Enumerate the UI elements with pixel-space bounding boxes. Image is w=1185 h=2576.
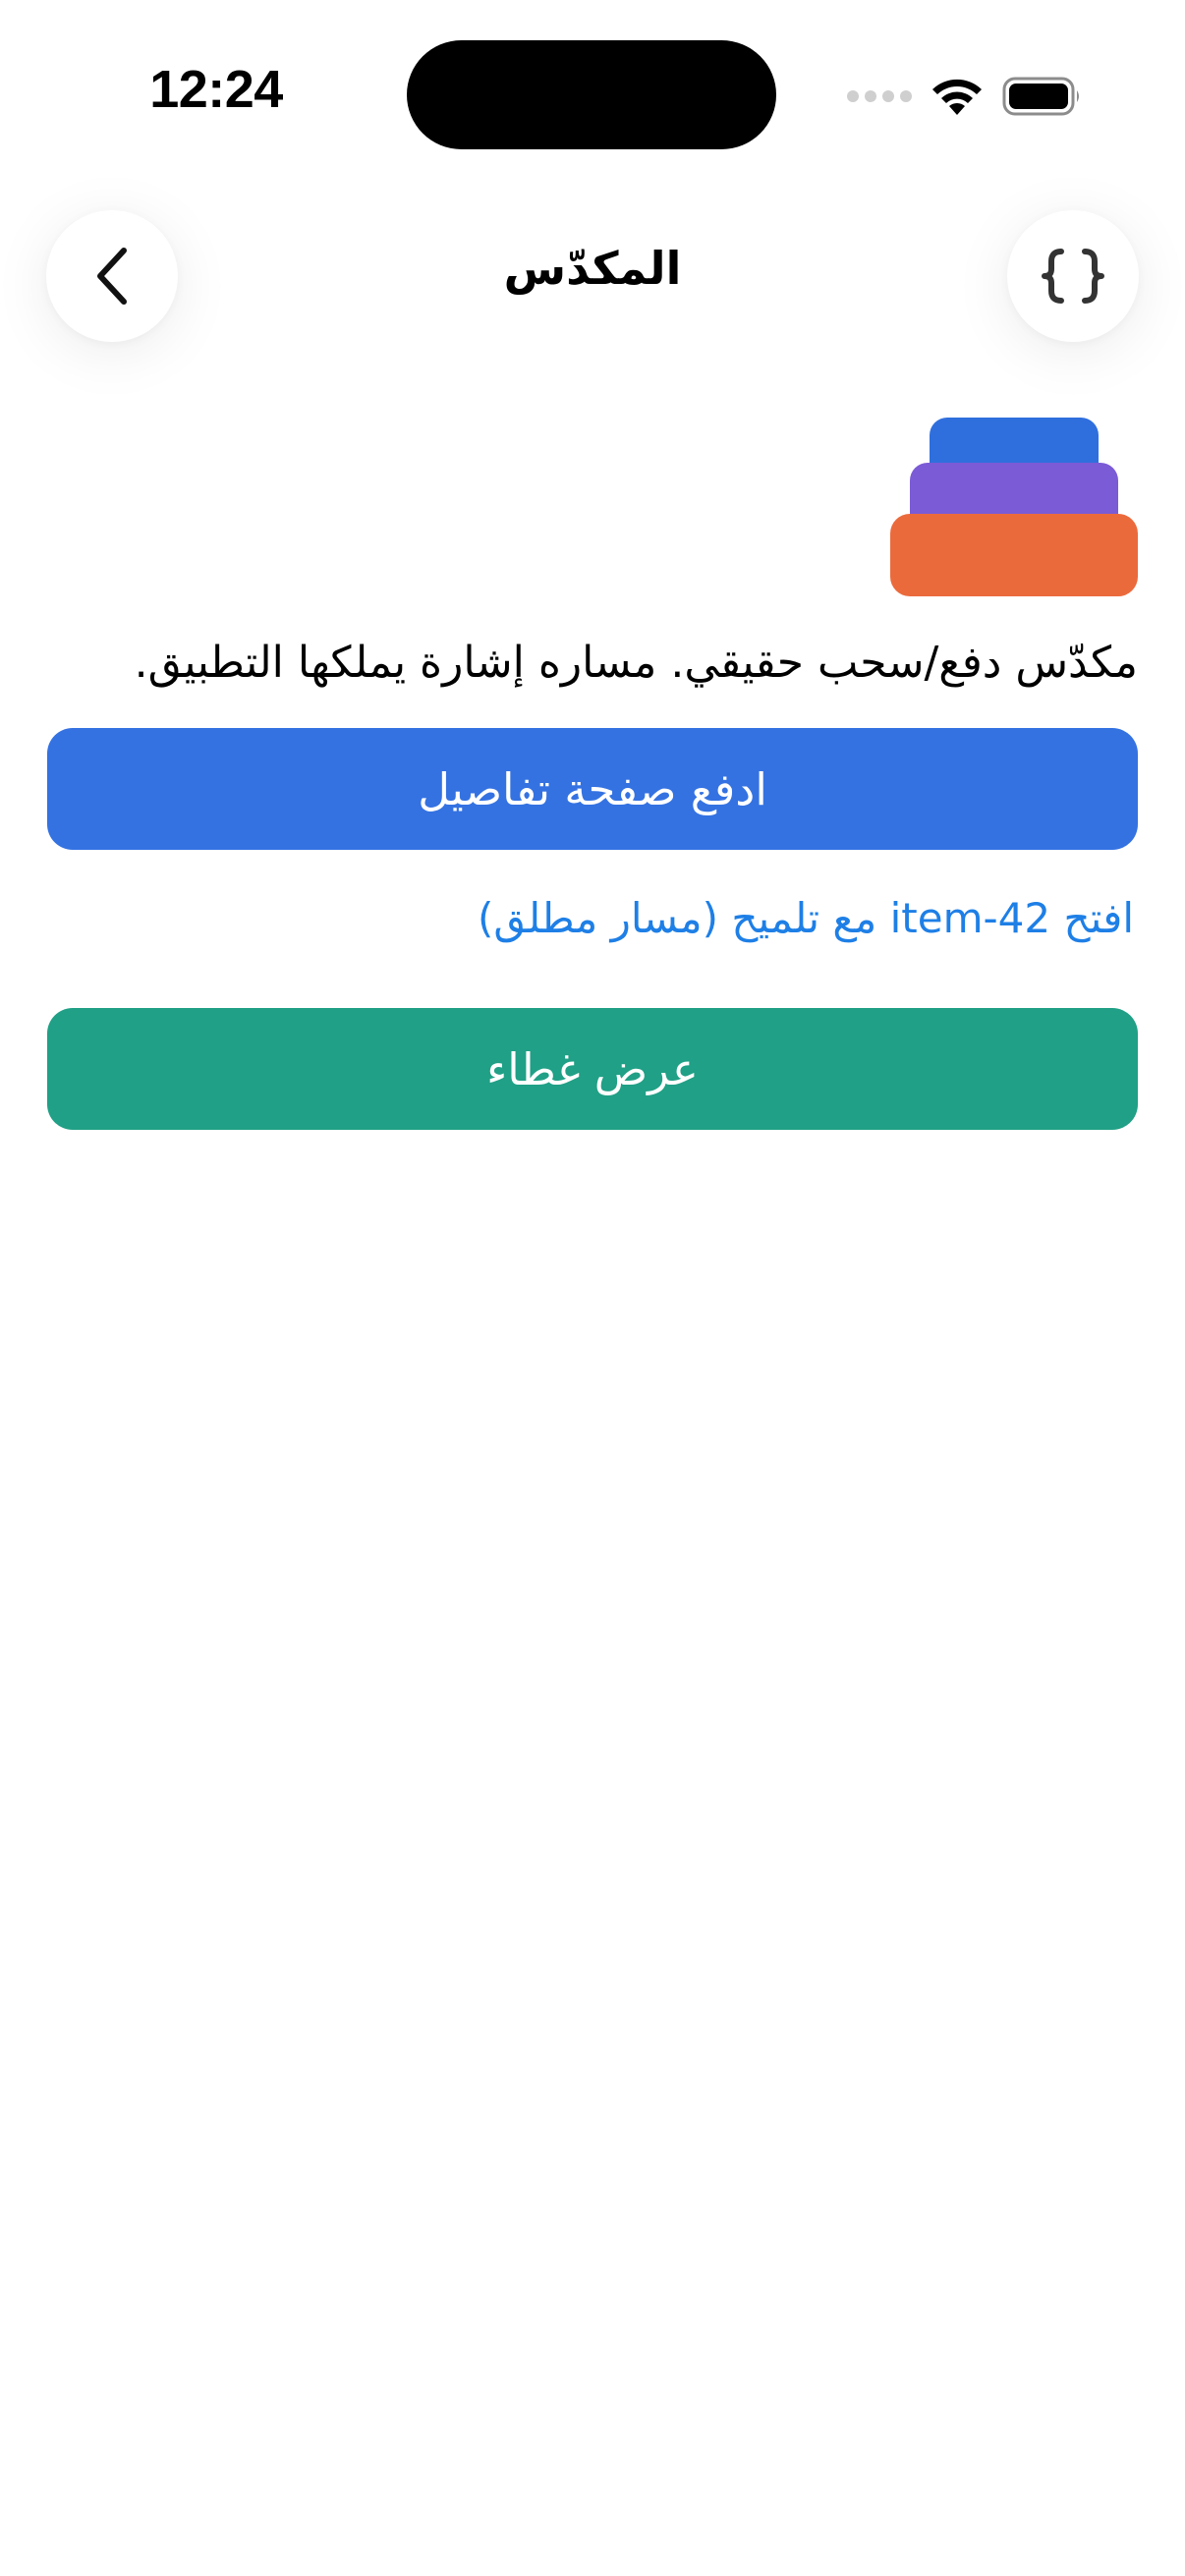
battery-icon xyxy=(1002,77,1079,116)
screen: 12:24 المكدّس مكدّس دفع/سحب حقيقي. مساره… xyxy=(0,0,1185,2576)
code-button[interactable] xyxy=(1007,210,1139,342)
stack-icon xyxy=(890,418,1138,596)
push-details-button-label: ادفع صفحة تفاصيل xyxy=(418,762,767,815)
wifi-icon xyxy=(932,79,982,115)
show-overlay-button[interactable]: عرض غطاء xyxy=(47,1008,1138,1130)
back-button[interactable] xyxy=(46,210,178,342)
dynamic-island xyxy=(407,40,776,149)
status-indicators xyxy=(847,69,1083,124)
status-time: 12:24 xyxy=(149,60,283,119)
code-braces-icon xyxy=(1042,249,1104,304)
chevron-left-icon xyxy=(97,248,127,305)
show-overlay-button-label: عرض غطاء xyxy=(486,1042,699,1095)
open-item-link[interactable]: افتح item-42 مع تلميح (مسار مطلق) xyxy=(47,894,1134,942)
push-details-button[interactable]: ادفع صفحة تفاصيل xyxy=(47,728,1138,850)
page-title: المكدّس xyxy=(503,242,682,295)
cellular-signal-icon xyxy=(847,90,912,102)
description-text: مكدّس دفع/سحب حقيقي. مساره إشارة يملكها … xyxy=(134,638,1138,688)
